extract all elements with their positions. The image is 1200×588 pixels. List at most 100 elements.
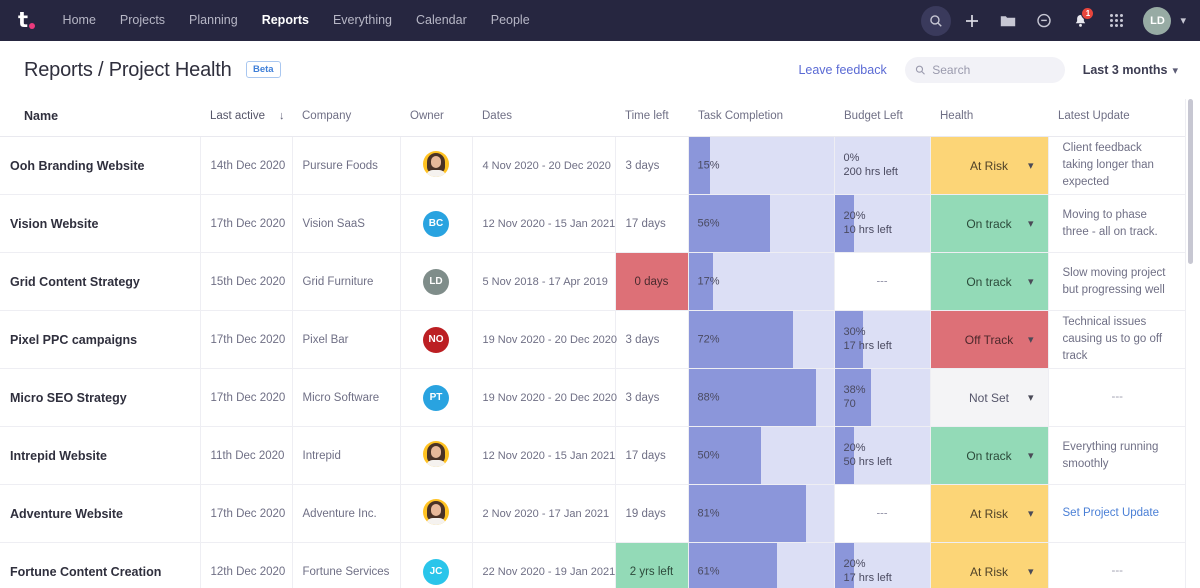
column-header-time-left[interactable]: Time left	[615, 99, 688, 137]
task-completion-label: 81%	[698, 506, 720, 521]
avatar[interactable]: BC	[423, 211, 449, 237]
cell-health[interactable]: Off Track▾	[930, 311, 1048, 369]
cell-time-left: 17 days	[615, 427, 688, 485]
column-header-company[interactable]: Company	[292, 99, 400, 137]
health-status-dropdown[interactable]: At Risk▾	[931, 137, 1048, 194]
table-row[interactable]: Micro SEO Strategy17th Dec 2020Micro Sof…	[0, 369, 1186, 427]
cell-health[interactable]: Not Set▾	[930, 369, 1048, 427]
avatar[interactable]	[423, 441, 449, 467]
app-logo[interactable]: t	[18, 10, 35, 31]
cell-last-active: 17th Dec 2020	[200, 311, 292, 369]
column-header-last-active[interactable]: Last active↓	[200, 99, 292, 137]
budget-left-bar: 38%70	[835, 369, 930, 426]
column-header-latest-update[interactable]: Latest Update	[1048, 99, 1186, 137]
health-status-dropdown[interactable]: At Risk▾	[931, 543, 1048, 588]
health-status-dropdown[interactable]: Not Set▾	[931, 369, 1048, 426]
cell-company: Micro Software	[292, 369, 400, 427]
nav-item-projects[interactable]: Projects	[108, 0, 177, 41]
vertical-scrollbar[interactable]	[1188, 99, 1193, 587]
apps-grid-icon[interactable]	[1101, 6, 1131, 36]
cell-health[interactable]: On track▾	[930, 253, 1048, 311]
column-header-health[interactable]: Health	[930, 99, 1048, 137]
cell-time-left: 19 days	[615, 485, 688, 543]
leave-feedback-link[interactable]: Leave feedback	[798, 63, 886, 77]
cell-health[interactable]: On track▾	[930, 427, 1048, 485]
date-range-dropdown[interactable]: Last 3 months ▾	[1083, 63, 1178, 77]
column-header-dates[interactable]: Dates	[472, 99, 615, 137]
search-icon[interactable]	[921, 6, 951, 36]
cell-project-name[interactable]: Adventure Website	[0, 485, 200, 543]
avatar[interactable]: LD	[423, 269, 449, 295]
column-header-name[interactable]: Name	[0, 99, 200, 137]
avatar[interactable]: JC	[423, 559, 449, 585]
task-completion-bar: 72%	[689, 311, 834, 368]
cell-project-name[interactable]: Intrepid Website	[0, 427, 200, 485]
cell-health[interactable]: At Risk▾	[930, 543, 1048, 588]
nav-item-people[interactable]: People	[479, 0, 542, 41]
chevron-down-icon: ▾	[1028, 391, 1034, 404]
date-range-label: Last 3 months	[1083, 63, 1168, 77]
table-row[interactable]: Pixel PPC campaigns17th Dec 2020Pixel Ba…	[0, 311, 1186, 369]
task-completion-label: 61%	[698, 564, 720, 579]
avatar[interactable]	[423, 151, 449, 177]
cell-project-name[interactable]: Micro SEO Strategy	[0, 369, 200, 427]
health-status-dropdown[interactable]: On track▾	[931, 195, 1048, 252]
health-status-dropdown[interactable]: On track▾	[931, 253, 1048, 310]
search-input[interactable]	[932, 63, 1055, 77]
cell-owner	[400, 485, 472, 543]
cell-budget-left: 0%200 hrs left	[834, 137, 930, 195]
cell-project-name[interactable]: Vision Website	[0, 195, 200, 253]
cell-project-name[interactable]: Pixel PPC campaigns	[0, 311, 200, 369]
nav-item-planning[interactable]: Planning	[177, 0, 250, 41]
projects-table-container: Name Last active↓ Company Owner Dates Ti…	[0, 99, 1200, 588]
column-header-task-completion[interactable]: Task Completion	[688, 99, 834, 137]
avatar[interactable]: NO	[423, 327, 449, 353]
cell-project-name[interactable]: Fortune Content Creation	[0, 543, 200, 588]
chevron-down-icon: ▾	[1028, 217, 1034, 230]
chevron-down-icon: ▾	[1028, 449, 1034, 462]
nav-item-calendar[interactable]: Calendar	[404, 0, 479, 41]
table-row[interactable]: Intrepid Website11th Dec 2020Intrepid12 …	[0, 427, 1186, 485]
folder-icon[interactable]	[993, 6, 1023, 36]
cell-company: Fortune Services	[292, 543, 400, 588]
cell-health[interactable]: At Risk▾	[930, 485, 1048, 543]
nav-item-home[interactable]: Home	[51, 0, 108, 41]
health-status-dropdown[interactable]: Off Track▾	[931, 311, 1048, 368]
budget-left-label: ---	[835, 274, 930, 289]
cell-owner: JC	[400, 543, 472, 588]
search-box[interactable]	[905, 57, 1065, 83]
health-status-dropdown[interactable]: At Risk▾	[931, 485, 1048, 542]
budget-left-bar: ---	[835, 253, 930, 310]
table-row[interactable]: Vision Website17th Dec 2020Vision SaaSBC…	[0, 195, 1186, 253]
nav-item-reports[interactable]: Reports	[250, 0, 321, 41]
cell-health[interactable]: On track▾	[930, 195, 1048, 253]
add-icon[interactable]	[957, 6, 987, 36]
chat-icon[interactable]	[1029, 6, 1059, 36]
nav-item-everything[interactable]: Everything	[321, 0, 404, 41]
health-status-dropdown[interactable]: On track▾	[931, 427, 1048, 484]
table-row[interactable]: Fortune Content Creation12th Dec 2020For…	[0, 543, 1186, 588]
cell-health[interactable]: At Risk▾	[930, 137, 1048, 195]
column-header-budget-left[interactable]: Budget Left	[834, 99, 930, 137]
table-row[interactable]: Grid Content Strategy15th Dec 2020Grid F…	[0, 253, 1186, 311]
cell-budget-left: 20%50 hrs left	[834, 427, 930, 485]
user-avatar[interactable]: LD	[1143, 7, 1171, 35]
avatar[interactable]: PT	[423, 385, 449, 411]
cell-task-completion: 88%	[688, 369, 834, 427]
column-header-owner[interactable]: Owner	[400, 99, 472, 137]
user-menu-chevron-down-icon[interactable]: ▾	[1180, 14, 1186, 27]
table-row[interactable]: Ooh Branding Website14th Dec 2020Pursure…	[0, 137, 1186, 195]
cell-project-name[interactable]: Grid Content Strategy	[0, 253, 200, 311]
cell-last-active: 17th Dec 2020	[200, 485, 292, 543]
cell-last-active: 15th Dec 2020	[200, 253, 292, 311]
avatar[interactable]	[423, 499, 449, 525]
health-status-label: Off Track	[965, 333, 1013, 347]
time-left-chip: 2 yrs left	[616, 543, 688, 588]
scrollbar-thumb[interactable]	[1188, 99, 1193, 264]
set-project-update-link[interactable]: Set Project Update	[1063, 507, 1160, 519]
notifications-bell-icon[interactable]: 1	[1065, 6, 1095, 36]
task-completion-label: 17%	[698, 274, 720, 289]
table-row[interactable]: Adventure Website17th Dec 2020Adventure …	[0, 485, 1186, 543]
cell-project-name[interactable]: Ooh Branding Website	[0, 137, 200, 195]
primary-nav-links: Home Projects Planning Reports Everythin…	[51, 0, 542, 41]
